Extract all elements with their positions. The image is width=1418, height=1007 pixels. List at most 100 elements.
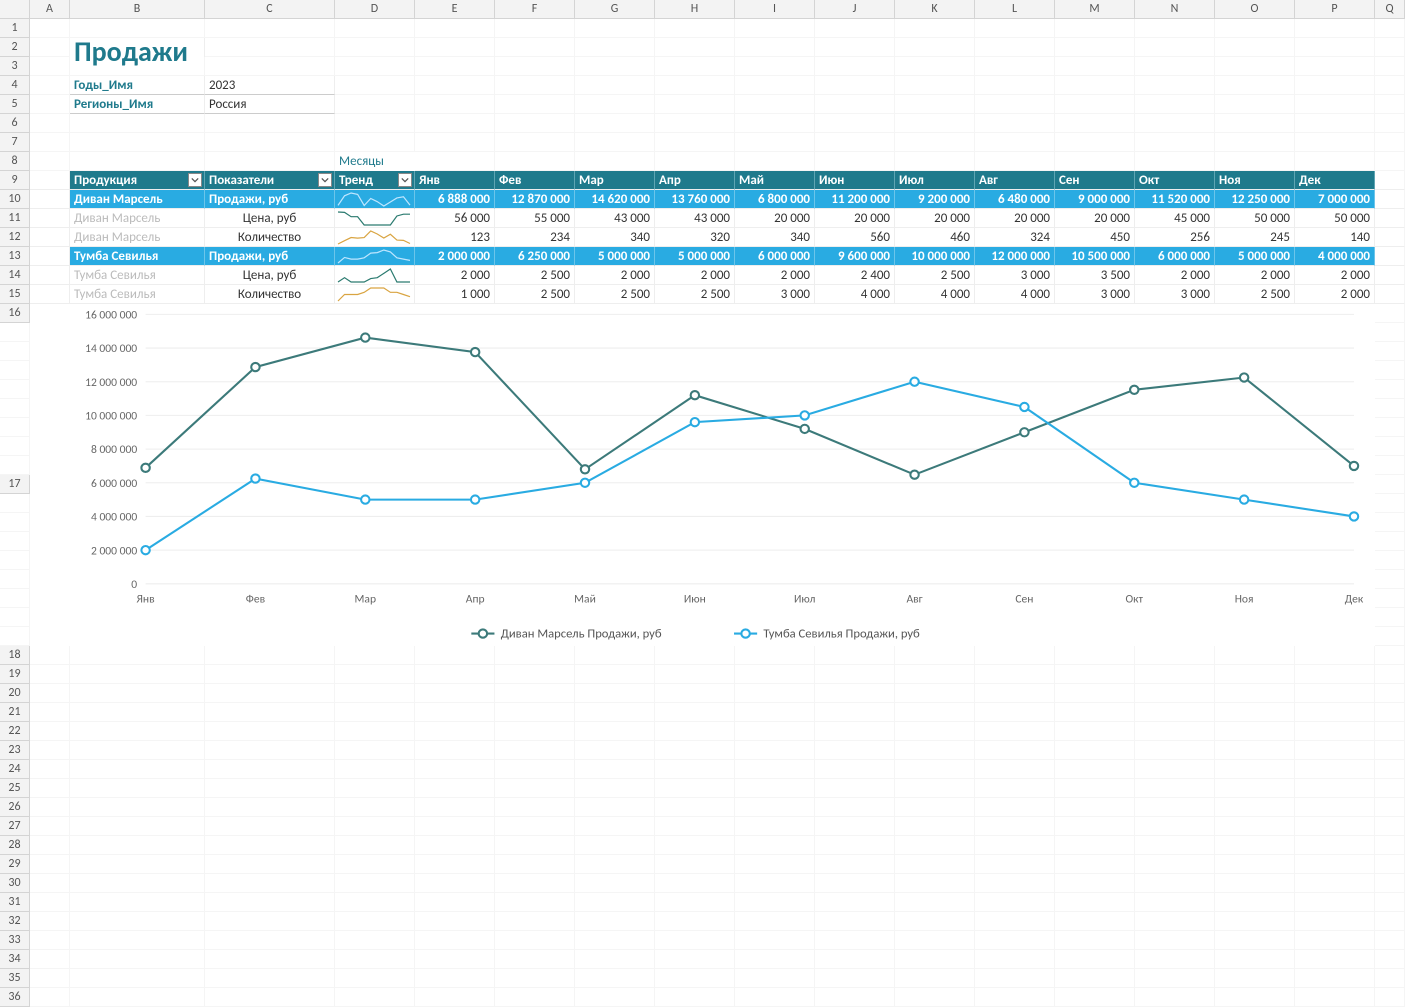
cell[interactable] bbox=[895, 76, 975, 95]
cell[interactable] bbox=[335, 969, 415, 988]
data-cell[interactable]: 324 bbox=[975, 228, 1055, 247]
cell[interactable] bbox=[575, 646, 655, 665]
cell[interactable] bbox=[415, 741, 495, 760]
cell[interactable] bbox=[575, 893, 655, 912]
cell[interactable] bbox=[895, 152, 975, 171]
cell[interactable] bbox=[335, 665, 415, 684]
col-header-J[interactable]: J bbox=[815, 0, 895, 19]
cell[interactable] bbox=[1375, 190, 1405, 209]
cell[interactable] bbox=[1375, 57, 1405, 76]
cell[interactable] bbox=[335, 779, 415, 798]
cell[interactable] bbox=[70, 684, 205, 703]
cell[interactable] bbox=[575, 950, 655, 969]
cell[interactable] bbox=[815, 988, 895, 1007]
cell[interactable] bbox=[0, 380, 30, 399]
row-header-16[interactable]: 16 bbox=[0, 304, 30, 323]
row-header-20[interactable]: 20 bbox=[0, 684, 30, 703]
data-cell[interactable]: 256 bbox=[1135, 228, 1215, 247]
cell[interactable] bbox=[495, 38, 575, 57]
cell[interactable] bbox=[1215, 855, 1295, 874]
cell[interactable] bbox=[655, 57, 735, 76]
cell[interactable] bbox=[735, 741, 815, 760]
header-metric[interactable]: Показатели bbox=[205, 171, 335, 190]
cell[interactable] bbox=[495, 646, 575, 665]
data-cell[interactable]: 2 500 bbox=[895, 266, 975, 285]
col-header-E[interactable]: E bbox=[415, 0, 495, 19]
cell[interactable] bbox=[735, 133, 815, 152]
cell[interactable] bbox=[1375, 494, 1405, 513]
filter-dropdown-icon[interactable] bbox=[188, 173, 202, 187]
cell[interactable] bbox=[895, 38, 975, 57]
cell[interactable] bbox=[1215, 133, 1295, 152]
cell[interactable] bbox=[1055, 684, 1135, 703]
cell[interactable] bbox=[815, 931, 895, 950]
cell[interactable] bbox=[1135, 646, 1215, 665]
cell[interactable] bbox=[975, 874, 1055, 893]
cell[interactable] bbox=[1375, 114, 1405, 133]
cell[interactable] bbox=[70, 133, 205, 152]
cell[interactable] bbox=[1375, 988, 1405, 1007]
cell[interactable] bbox=[1375, 912, 1405, 931]
cell[interactable] bbox=[335, 931, 415, 950]
cell[interactable] bbox=[205, 969, 335, 988]
cell[interactable] bbox=[415, 988, 495, 1007]
row-header-35[interactable]: 35 bbox=[0, 969, 30, 988]
metric-cell[interactable]: Количество bbox=[205, 285, 335, 304]
data-cell[interactable]: 7 000 000 bbox=[1295, 190, 1375, 209]
cell[interactable] bbox=[655, 836, 735, 855]
cell[interactable] bbox=[895, 969, 975, 988]
cell[interactable] bbox=[335, 836, 415, 855]
cell[interactable] bbox=[975, 760, 1055, 779]
cell[interactable] bbox=[815, 722, 895, 741]
cell[interactable] bbox=[70, 836, 205, 855]
cell[interactable] bbox=[975, 152, 1055, 171]
cell[interactable] bbox=[655, 893, 735, 912]
cell[interactable] bbox=[655, 152, 735, 171]
cell[interactable] bbox=[735, 912, 815, 931]
cell[interactable] bbox=[70, 912, 205, 931]
row-header-19[interactable]: 19 bbox=[0, 665, 30, 684]
cell[interactable] bbox=[1135, 760, 1215, 779]
cell[interactable] bbox=[415, 798, 495, 817]
cell[interactable] bbox=[1375, 969, 1405, 988]
cell[interactable] bbox=[575, 855, 655, 874]
cell[interactable] bbox=[1375, 855, 1405, 874]
row-header-32[interactable]: 32 bbox=[0, 912, 30, 931]
cell[interactable] bbox=[30, 646, 70, 665]
cell[interactable] bbox=[735, 684, 815, 703]
cell[interactable] bbox=[1135, 893, 1215, 912]
cell[interactable] bbox=[1295, 114, 1375, 133]
cell[interactable] bbox=[1135, 798, 1215, 817]
cell[interactable] bbox=[1135, 76, 1215, 95]
data-cell[interactable]: 4 000 000 bbox=[1295, 247, 1375, 266]
cell[interactable] bbox=[895, 931, 975, 950]
cell[interactable] bbox=[415, 114, 495, 133]
cell[interactable] bbox=[975, 38, 1055, 57]
cell[interactable] bbox=[495, 57, 575, 76]
cell[interactable] bbox=[1375, 437, 1405, 456]
data-cell[interactable]: 2 000 bbox=[575, 266, 655, 285]
cell[interactable] bbox=[415, 893, 495, 912]
cell[interactable] bbox=[1215, 57, 1295, 76]
cell[interactable] bbox=[1215, 741, 1295, 760]
cell[interactable] bbox=[575, 76, 655, 95]
col-header-F[interactable]: F bbox=[495, 0, 575, 19]
cell[interactable] bbox=[70, 969, 205, 988]
cell[interactable] bbox=[815, 665, 895, 684]
cell[interactable] bbox=[0, 532, 30, 551]
cell[interactable] bbox=[1215, 836, 1295, 855]
cell[interactable] bbox=[1295, 969, 1375, 988]
data-cell[interactable]: 2 500 bbox=[1215, 285, 1295, 304]
cell[interactable] bbox=[205, 665, 335, 684]
cell[interactable] bbox=[975, 855, 1055, 874]
cell[interactable] bbox=[415, 665, 495, 684]
cell[interactable] bbox=[1375, 152, 1405, 171]
cell[interactable] bbox=[30, 912, 70, 931]
data-cell[interactable]: 5 000 000 bbox=[575, 247, 655, 266]
cell[interactable] bbox=[815, 817, 895, 836]
cell[interactable] bbox=[1295, 950, 1375, 969]
cell[interactable] bbox=[1375, 608, 1405, 627]
cell[interactable] bbox=[895, 741, 975, 760]
row-header-11[interactable]: 11 bbox=[0, 209, 30, 228]
cell[interactable] bbox=[1375, 665, 1405, 684]
